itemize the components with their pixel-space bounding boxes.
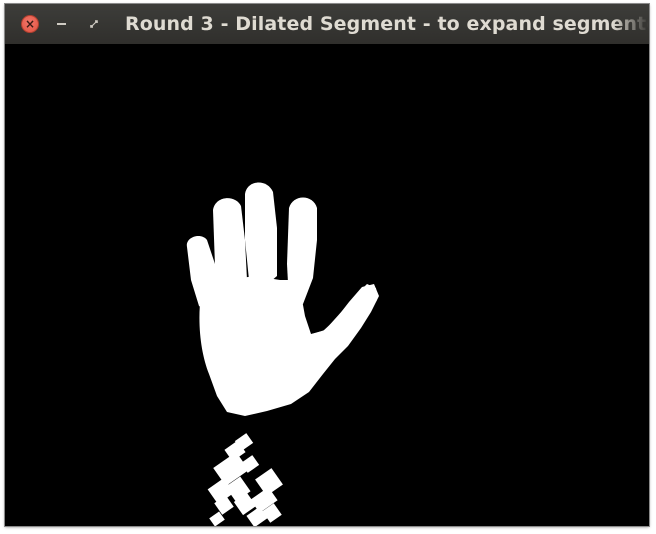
window-title: Round 3 - Dilated Segment - to expand se… — [125, 13, 649, 35]
app-window: × Round 3 - Dilated Segment - to expand … — [5, 4, 649, 526]
window-controls: × — [21, 15, 103, 33]
title-bar[interactable]: × Round 3 - Dilated Segment - to expand … — [5, 4, 649, 44]
maximize-button[interactable] — [85, 15, 103, 33]
close-icon: × — [24, 17, 36, 31]
segmentation-image — [5, 44, 649, 526]
maximize-icon — [90, 20, 98, 28]
close-button[interactable]: × — [21, 15, 39, 33]
minimize-button[interactable] — [53, 15, 71, 33]
ring-finger-region — [245, 182, 277, 288]
dilated-hand-mask — [5, 44, 649, 526]
minimize-icon — [57, 23, 66, 25]
